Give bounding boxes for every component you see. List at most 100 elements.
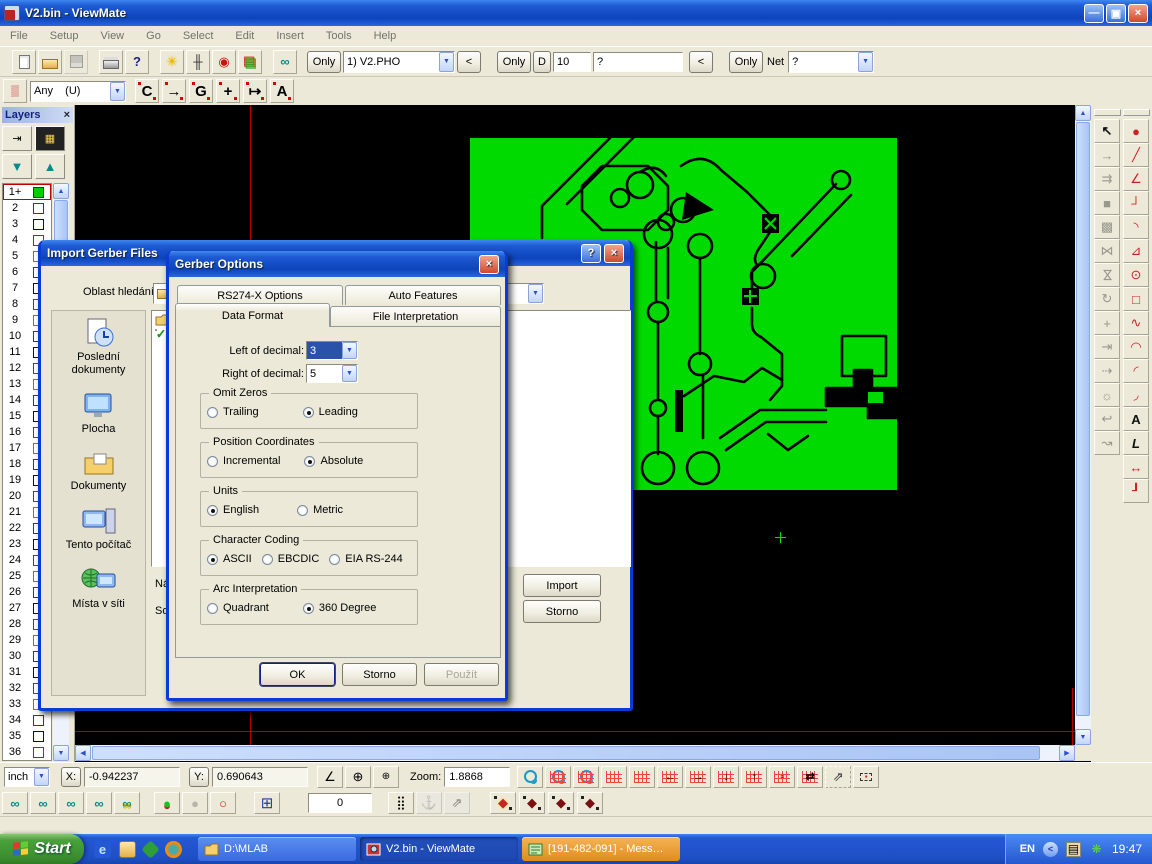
help-icon[interactable]: ? [581,244,601,263]
view-fill-icon[interactable]: ∞ [114,792,140,814]
pan-left-icon[interactable]: ← [657,766,683,788]
layer-row[interactable]: 34 [3,712,51,728]
settings-button[interactable]: ☼ [1094,383,1120,407]
zoom-value[interactable]: 1.8868 [444,767,510,787]
lamp-outline-icon[interactable]: ○ [210,792,236,814]
pad-tool-button[interactable]: ● [1123,119,1149,143]
cancel-button[interactable]: Storno [342,663,417,686]
net-combo[interactable]: ? ▼ [788,51,874,73]
radio-eia-rs244[interactable]: EIA RS-244 [329,553,402,565]
pan-right-icon[interactable]: → [685,766,711,788]
prev-layer-button[interactable]: < [457,51,481,73]
angle-icon[interactable]: ∠ [317,766,343,788]
pad-dark3-icon[interactable]: ◆ [577,792,603,814]
tab-auto-features[interactable]: Auto Features [345,285,501,305]
layer-row[interactable]: 1+ [3,184,51,200]
highlight-flash-button[interactable]: ☀ [160,50,184,74]
pad-dark2-icon[interactable]: ◆ [548,792,574,814]
only-dcode-button[interactable]: Only [497,51,531,73]
layer-up-button[interactable]: ▲ [35,154,65,179]
new-file-button[interactable] [12,50,36,74]
tab-data-format[interactable]: Data Format [175,303,330,327]
place-desktop[interactable]: Plocha [55,391,143,436]
dot-grid-icon[interactable]: ⣿ [388,792,414,814]
folder-icon[interactable] [119,841,136,858]
select-next-button[interactable]: ⇉ [1094,167,1120,191]
dcode-input[interactable]: 10 [553,52,591,72]
radio-trailing[interactable]: Trailing [207,406,259,418]
select-c-button[interactable]: C [135,79,159,103]
clipboard-tray-icon[interactable]: ▤ [1066,842,1081,857]
close-icon[interactable]: × [604,244,624,263]
tray-clock[interactable]: 19:47 [1112,842,1142,856]
grid-offset-icon[interactable]: ▫ [769,766,795,788]
layers-panel-header[interactable]: Layers × [2,107,73,123]
task-viewmate[interactable]: V2.bin - ViewMate [360,837,518,861]
ltext-tool-button[interactable]: L [1123,431,1149,455]
separator[interactable] [151,50,158,74]
scroll-up-icon[interactable]: ▲ [1075,105,1091,121]
mirror-vertical-button[interactable]: ⋈ [1094,263,1120,287]
cancel-button[interactable]: Storno [523,600,601,623]
close-button[interactable]: × [1128,4,1148,23]
close-icon[interactable]: × [64,109,70,121]
vertical-scrollbar[interactable]: ▲ ▼ [1075,105,1091,745]
chevron-down-icon[interactable]: ▼ [342,365,357,382]
polyline-tool-button[interactable]: ∠ [1123,167,1149,191]
flash-highlight-icon[interactable]: ◆ [490,792,516,814]
chevron-down-icon[interactable]: ▼ [34,768,49,786]
import-button[interactable]: Import [523,574,601,597]
view-pads-icon[interactable]: ∞ [2,792,28,814]
lamp-on-icon[interactable]: ● [154,792,180,814]
language-indicator[interactable]: EN [1020,843,1035,855]
radio-metric[interactable]: Metric [297,504,343,516]
step-repeat-button[interactable]: ⇢ [1094,359,1120,383]
select-g-button[interactable]: G [189,79,213,103]
chevron-down-icon[interactable]: ▼ [528,284,543,303]
zoom-in-icon[interactable] [517,766,543,788]
prev-dcode-button[interactable]: < [689,51,713,73]
tab-file-interpretation[interactable]: File Interpretation [330,306,501,326]
only-net-button[interactable]: Only [729,51,763,73]
palette-grip[interactable] [1094,109,1121,116]
menu-item[interactable]: Select [183,30,214,42]
rect-tool-button[interactable]: □ [1123,287,1149,311]
origin-icon[interactable]: ⊕ [345,766,371,788]
horizontal-scrollbar[interactable]: ◀ ▶ [75,745,1075,761]
place-network[interactable]: Místa v síti [55,566,143,611]
icq-flower-icon[interactable]: ❋ [1089,842,1104,857]
start-button[interactable]: Start [0,834,84,864]
palette-grip[interactable] [1123,109,1150,116]
arc-point-tool-button[interactable]: ◝ [1123,215,1149,239]
grid-full-icon[interactable] [629,766,655,788]
radio-ascii[interactable]: ASCII [207,553,252,565]
layer-row[interactable]: 3 [3,216,51,232]
layer-colors-button[interactable]: ▤ [238,50,262,74]
text-tool-button[interactable]: A [1123,407,1149,431]
triangle-tool-button[interactable]: ⊿ [1123,239,1149,263]
chevron-down-icon[interactable]: ▼ [110,82,125,101]
resize-icon[interactable]: ⇗ [825,766,851,788]
view-both-icon[interactable]: ∞ [58,792,84,814]
sine-tool-button[interactable]: ∿ [1123,311,1149,335]
radio-360-degree[interactable]: 360 Degree [303,602,377,614]
select-plus-button[interactable]: + [216,79,240,103]
separator[interactable] [90,50,97,74]
right-of-decimal-combo[interactable]: 5 ▼ [306,364,358,383]
layer-shift-button[interactable]: ⇥ [2,126,32,151]
save-file-button[interactable] [64,50,88,74]
task-messenger[interactable]: [191-482-091] - Mess… [522,837,680,861]
aperture-filter-button[interactable]: ▒ [3,79,27,103]
radio-quadrant[interactable]: Quadrant [207,602,269,614]
line-tool-button[interactable]: ╱ [1123,143,1149,167]
green-book-icon[interactable] [141,840,159,858]
zoom-select-icon[interactable] [573,766,599,788]
pan-up-icon[interactable]: ↑ [741,766,767,788]
goto-icon[interactable]: ⇗ [444,792,470,814]
place-documents[interactable]: Dokumenty [55,450,143,493]
measure-tools-button[interactable]: ╫ [186,50,210,74]
layer-table-button[interactable]: ▦ [35,126,65,151]
layer-row[interactable]: 2 [3,200,51,216]
chevron-down-icon[interactable]: ▼ [342,342,357,359]
circle-tool-button[interactable]: ⊙ [1123,263,1149,287]
